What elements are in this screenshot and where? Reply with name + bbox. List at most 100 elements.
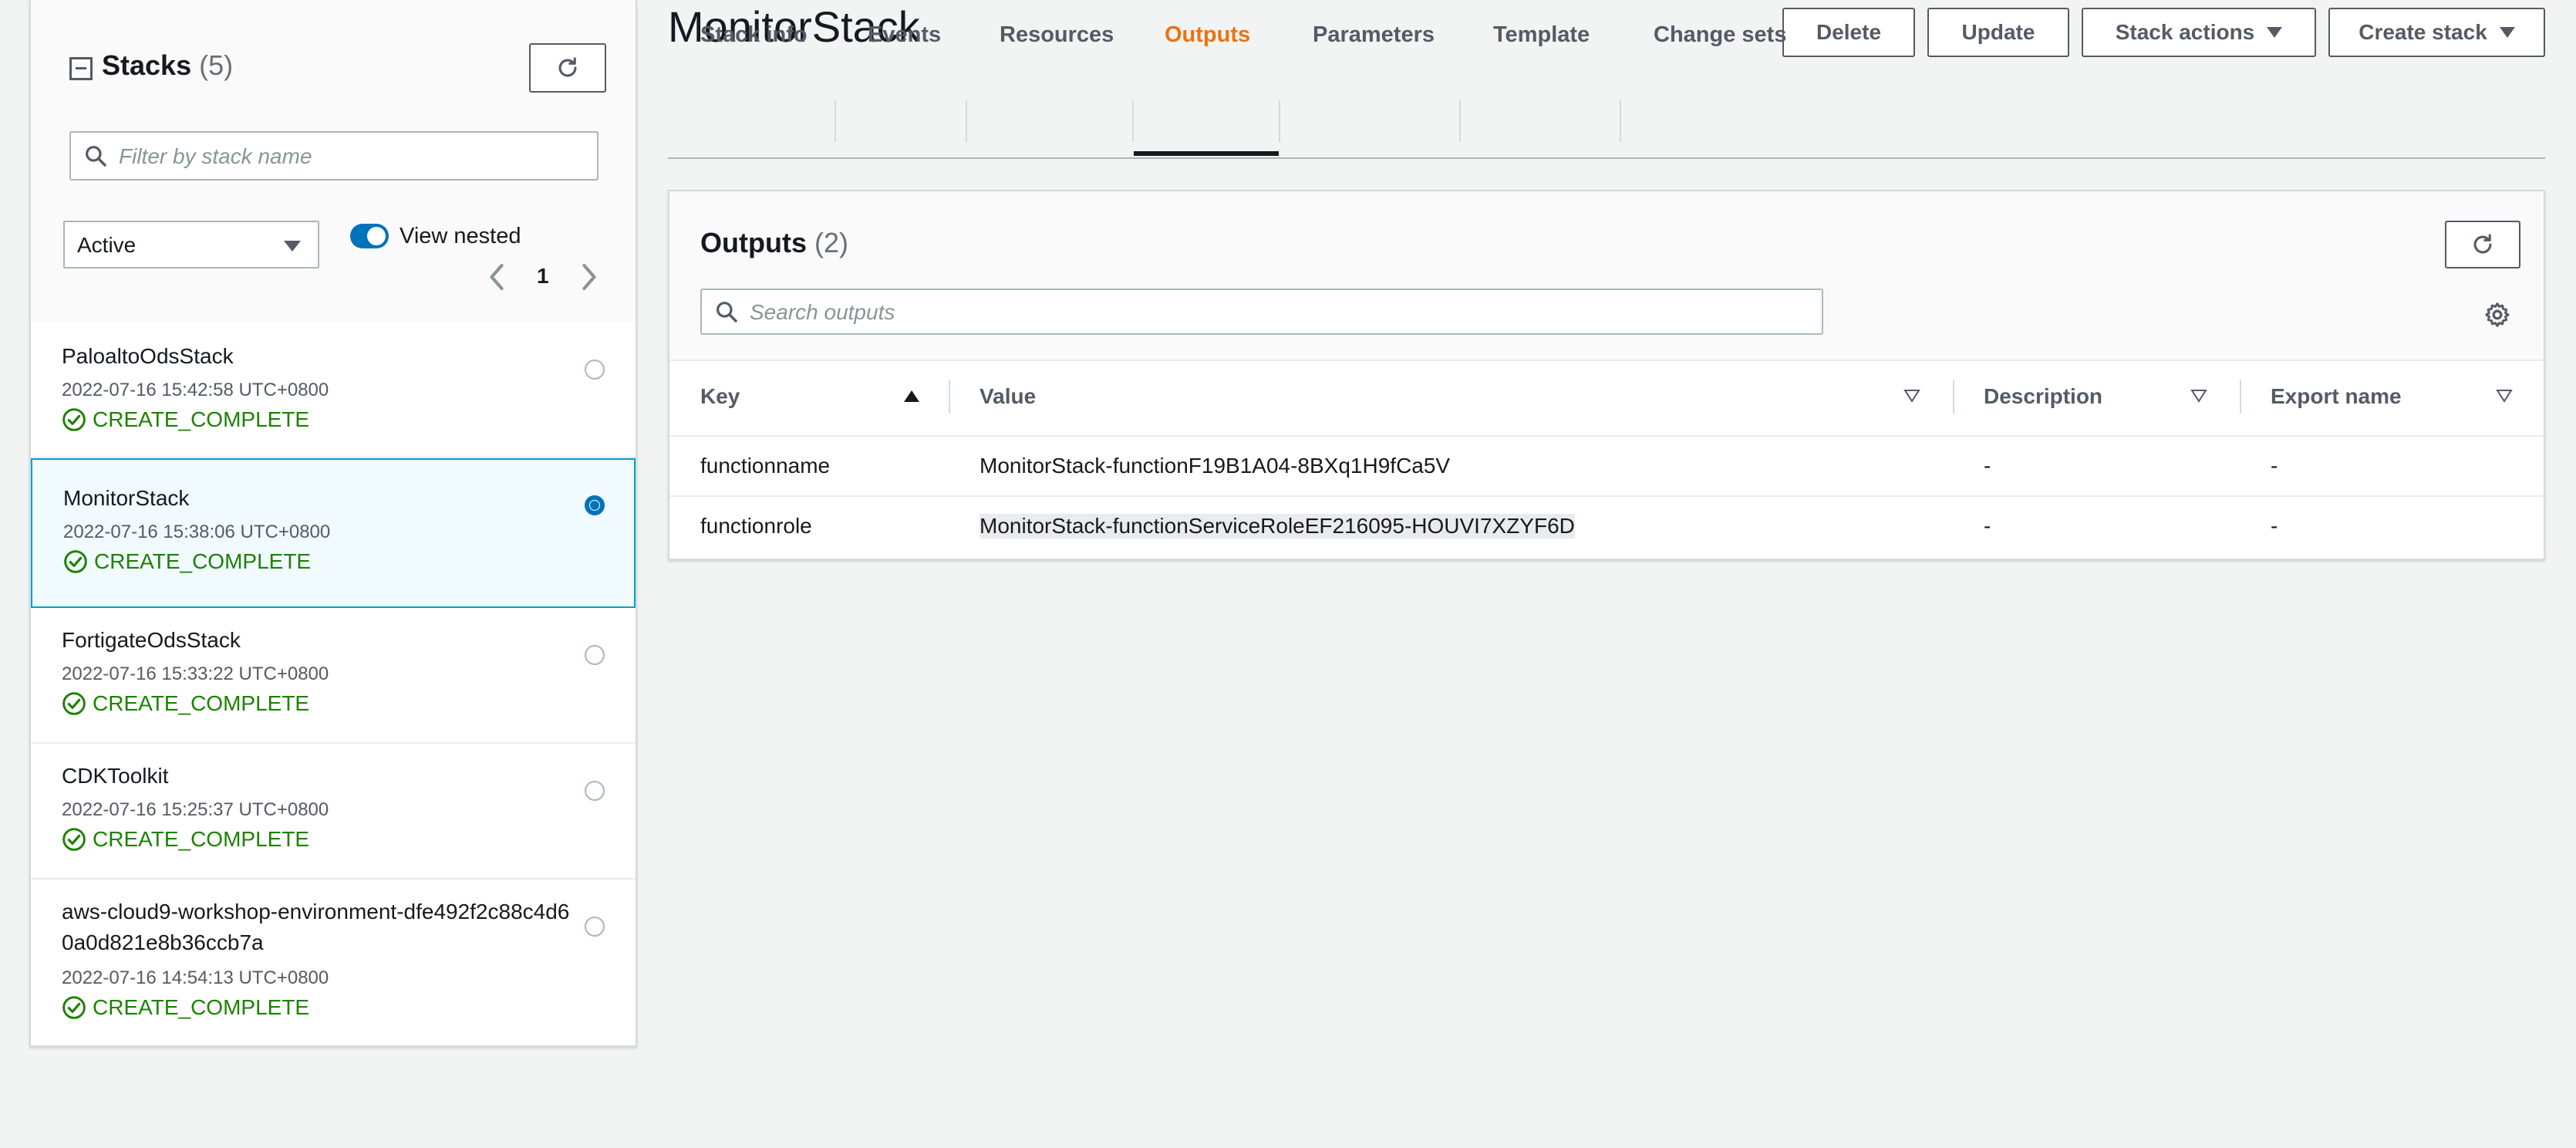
refresh-outputs-button[interactable]: [2445, 221, 2520, 268]
stacks-panel-header: Stacks (5) Active View nested 1: [31, 0, 636, 324]
stack-status: CREATE_COMPLETE: [62, 827, 309, 852]
page-number[interactable]: 1: [537, 264, 549, 289]
stack-status: CREATE_COMPLETE: [62, 691, 309, 716]
stack-radio[interactable]: [585, 360, 605, 380]
stack-status-text: CREATE_COMPLETE: [93, 827, 310, 851]
stack-status-text: CREATE_COMPLETE: [94, 549, 312, 573]
sort-icon[interactable]: [2190, 389, 2207, 403]
success-check-icon: [62, 692, 86, 715]
stacks-count: (5): [199, 49, 234, 81]
output-description: -: [1984, 514, 1991, 538]
column-header-key[interactable]: Key: [700, 360, 740, 434]
create-stack-label: Create stack: [2359, 20, 2487, 44]
stacks-heading: Stacks (5): [102, 49, 233, 82]
output-export-name: -: [2271, 454, 2278, 478]
sort-icon[interactable]: [2496, 389, 2513, 403]
gear-icon[interactable]: [2483, 301, 2511, 329]
stack-list-item[interactable]: FortigateOdsStack 2022-07-16 15:33:22 UT…: [31, 608, 636, 744]
stack-filter-input[interactable]: [117, 133, 541, 181]
stack-timestamp: 2022-07-16 14:54:13 UTC+0800: [62, 967, 329, 988]
column-header-value[interactable]: Value: [979, 360, 1036, 434]
table-row: functionname MonitorStack-functionF19B1A…: [669, 435, 2544, 495]
stack-timestamp: 2022-07-16 15:38:06 UTC+0800: [63, 522, 331, 542]
stack-radio-selected[interactable]: [585, 495, 605, 515]
stack-name[interactable]: FortigateOdsStack: [62, 625, 571, 656]
tab-template[interactable]: Template: [1493, 0, 1590, 69]
refresh-stacks-button[interactable]: [529, 43, 606, 93]
stack-status: CREATE_COMPLETE: [62, 995, 309, 1020]
stack-timestamp: 2022-07-16 15:25:37 UTC+0800: [62, 799, 329, 820]
stack-list-item[interactable]: CDKToolkit 2022-07-16 15:25:37 UTC+0800 …: [31, 744, 636, 880]
stack-name[interactable]: PaloaltoOdsStack: [62, 341, 571, 372]
table-row: functionrole MonitorStack-functionServic…: [669, 495, 2544, 560]
stack-status: CREATE_COMPLETE: [63, 549, 311, 574]
delete-button-label: Delete: [1816, 20, 1882, 44]
chevron-down-icon: [284, 241, 301, 252]
search-icon: [86, 146, 106, 167]
tab-resources[interactable]: Resources: [1000, 0, 1114, 69]
tab-stack-info[interactable]: Stack info: [700, 0, 808, 69]
view-nested-label: View nested: [400, 224, 521, 248]
update-button[interactable]: Update: [1927, 8, 2069, 57]
success-check-icon: [62, 408, 86, 431]
stack-filter-field[interactable]: [69, 131, 598, 181]
chevron-down-icon: [2267, 27, 2283, 38]
outputs-search-field[interactable]: [700, 289, 1823, 335]
stacks-panel: Stacks (5) Active View nested 1: [29, 0, 637, 1047]
output-export-name: -: [2271, 514, 2278, 538]
chevron-down-icon: [2499, 27, 2515, 38]
active-tab-indicator: [1134, 151, 1279, 156]
outputs-count: (2): [814, 227, 848, 258]
next-page-icon[interactable]: [577, 262, 600, 292]
output-value-cell: MonitorStack-functionServiceRoleEF216095…: [979, 497, 1575, 555]
tab-events[interactable]: Events: [868, 0, 941, 69]
stack-name[interactable]: aws-cloud9-workshop-environment-dfe492f2…: [62, 896, 571, 958]
output-value: MonitorStack-functionF19B1A04-8BXq1H9fCa…: [979, 454, 1451, 478]
delete-button[interactable]: Delete: [1782, 8, 1915, 57]
outputs-title: Outputs: [700, 227, 807, 258]
stack-list-item-selected[interactable]: MonitorStack 2022-07-16 15:38:06 UTC+080…: [31, 458, 636, 608]
outputs-search-input[interactable]: [748, 290, 1647, 335]
output-key: functionrole: [700, 514, 812, 538]
column-header-export-name[interactable]: Export name: [2271, 360, 2402, 434]
stack-timestamp: 2022-07-16 15:33:22 UTC+0800: [62, 663, 329, 684]
stack-list-item[interactable]: PaloaltoOdsStack 2022-07-16 15:42:58 UTC…: [31, 322, 636, 458]
output-key: functionname: [700, 454, 831, 478]
sort-ascending-icon[interactable]: [904, 390, 919, 402]
create-stack-button[interactable]: Create stack: [2328, 8, 2545, 57]
stack-list-item[interactable]: aws-cloud9-workshop-environment-dfe492f2…: [31, 880, 636, 1045]
refresh-icon: [558, 57, 577, 77]
tab-bar: [668, 86, 2545, 159]
tab-parameters[interactable]: Parameters: [1313, 0, 1435, 69]
stack-radio[interactable]: [585, 917, 605, 937]
stack-name[interactable]: CDKToolkit: [62, 761, 571, 792]
stack-radio[interactable]: [585, 781, 605, 801]
previous-page-icon[interactable]: [486, 262, 509, 292]
tab-outputs[interactable]: Outputs: [1165, 0, 1250, 69]
outputs-heading: Outputs (2): [700, 227, 848, 259]
stack-actions-label: Stack actions: [2115, 20, 2255, 44]
sort-icon[interactable]: [1903, 389, 1920, 403]
status-filter-select[interactable]: Active: [63, 221, 319, 268]
tab-change-sets[interactable]: Change sets: [1654, 0, 1786, 69]
search-icon: [716, 302, 737, 322]
stack-status-text: CREATE_COMPLETE: [93, 691, 310, 715]
column-header-description[interactable]: Description: [1984, 360, 2102, 434]
stack-timestamp: 2022-07-16 15:42:58 UTC+0800: [62, 380, 329, 400]
stack-name[interactable]: MonitorStack: [63, 483, 572, 514]
refresh-icon: [2473, 234, 2492, 254]
success-check-icon: [62, 828, 86, 851]
stack-actions-button[interactable]: Stack actions: [2082, 8, 2316, 57]
stack-radio[interactable]: [585, 645, 605, 665]
update-button-label: Update: [1961, 20, 2035, 44]
stack-status-text: CREATE_COMPLETE: [93, 995, 310, 1019]
output-description: -: [1984, 454, 1991, 478]
stack-status-text: CREATE_COMPLETE: [93, 407, 310, 431]
view-nested-toggle[interactable]: [350, 224, 389, 248]
success-check-icon: [64, 550, 87, 573]
stacks-title: Stacks: [102, 49, 192, 81]
status-filter-value: Active: [77, 233, 137, 257]
collapse-panel-icon[interactable]: [69, 57, 93, 80]
outputs-panel: Outputs (2) Key Value: [668, 190, 2545, 560]
outputs-header: Outputs (2): [669, 191, 2544, 361]
